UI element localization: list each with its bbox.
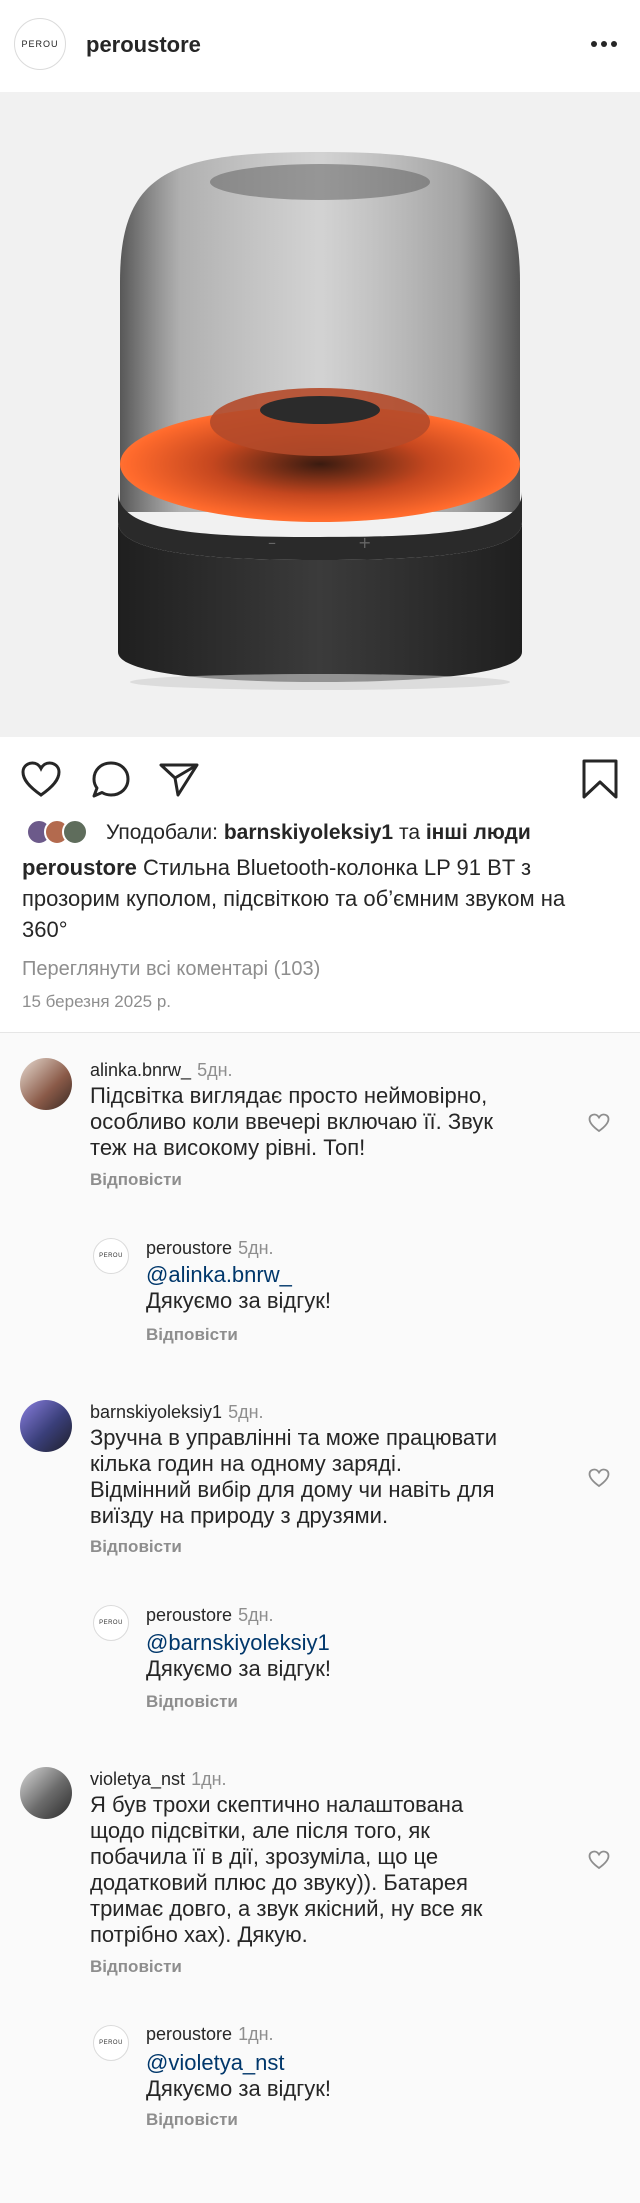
commenter-avatar[interactable] [20,1058,72,1110]
post-caption: peroustore Стильна Bluetooth-колонка LP … [22,852,582,945]
reply-mention[interactable]: @barnskiyoleksiy1 [146,1630,331,1656]
reply-button[interactable]: Відповісти [146,1692,238,1712]
comment-username[interactable]: barnskiyoleksiy1 [90,1402,222,1422]
reply-age: 5дн. [238,1238,274,1258]
comment-header: barnskiyoleksiy1 5дн. [90,1402,264,1423]
reply-header: peroustore 5дн. [146,1605,274,1626]
comment-line: теж на високому рівні. Топ! [90,1135,366,1160]
view-all-comments-link[interactable]: Переглянути всі коментарі (103) [22,958,320,981]
likes-user[interactable]: barnskiyoleksiy1 [224,821,393,845]
reply-username[interactable]: peroustore [146,1605,232,1625]
reply-avatar[interactable]: PEROU [93,1605,129,1641]
store-avatar[interactable]: PEROU [14,18,66,70]
heart-icon[interactable] [20,760,62,798]
comment-line: кілька годин на одному заряді. [90,1451,402,1476]
more-options-icon[interactable] [591,34,617,54]
commenter-avatar[interactable] [20,1400,72,1452]
comment-text: Я був трохи скептично налаштована щодо п… [90,1792,482,1948]
reply-avatar[interactable]: PEROU [93,2025,129,2061]
reply-message: Дякуємо за відгук! [146,1656,331,1681]
reply-logo-text: PEROU [99,1253,123,1259]
logo-text: PEROU [21,39,59,49]
comment-username[interactable]: violetya_nst [90,1769,185,1789]
reply-button[interactable]: Відповісти [90,1537,182,1557]
reply-text: @alinka.bnrw_ Дякуємо за відгук! [146,1262,331,1314]
comment-text: Підсвітка виглядає просто неймовірно, ос… [90,1083,493,1161]
comment-like-icon[interactable] [588,1468,610,1488]
comment-like-icon[interactable] [588,1850,610,1870]
comment-line: додатковий плюс до звуку)). Батарея [90,1870,468,1895]
reply-header: peroustore 5дн. [146,1238,274,1259]
reply-button[interactable]: Відповісти [90,1957,182,1977]
reply-button[interactable]: Відповісти [90,1170,182,1190]
reply-button[interactable]: Відповісти [146,1325,238,1345]
reply-avatar[interactable]: PEROU [93,1238,129,1274]
reply-logo-text: PEROU [99,1620,123,1626]
comment-line: особливо коли ввечері включаю її. Звук [90,1109,493,1134]
comment-like-icon[interactable] [588,1113,610,1133]
reply-mention[interactable]: @violetya_nst [146,2050,331,2076]
comment-header: violetya_nst 1дн. [90,1769,227,1790]
reply-text: @barnskiyoleksiy1 Дякуємо за відгук! [146,1630,331,1682]
reply-age: 5дн. [238,1605,274,1625]
comment-age: 1дн. [191,1769,227,1789]
comment-line: Підсвітка виглядає просто неймовірно, [90,1083,488,1108]
speaker-image: – + [0,92,640,737]
svg-text:+: + [358,533,371,552]
comment-line: Відмінний вибір для дому чи навіть для [90,1477,495,1502]
caption-author[interactable]: peroustore [22,855,137,880]
liker-avatars [26,818,96,848]
reply-text: @violetya_nst Дякуємо за відгук! [146,2050,331,2102]
comment-text: Зручна в управлінні та може працювати кі… [90,1425,497,1529]
comment-line: виїзду на природу з друзями. [90,1503,389,1528]
reply-message: Дякуємо за відгук! [146,2076,331,2101]
comment-line: Зручна в управлінні та може працювати [90,1425,498,1450]
post-image[interactable]: – + [0,92,640,737]
comment-line: щодо підсвітки, але після того, як [90,1818,430,1843]
comment-age: 5дн. [228,1402,264,1422]
reply-username[interactable]: peroustore [146,1238,232,1258]
reply-username[interactable]: peroustore [146,2024,232,2044]
reply-message: Дякуємо за відгук! [146,1288,331,1313]
commenter-avatar[interactable] [20,1767,72,1819]
comment-line: побачила її в дії, зрозуміла, що це [90,1844,439,1869]
bookmark-icon[interactable] [580,758,620,800]
comment-age: 5дн. [197,1060,233,1080]
reply-header: peroustore 1дн. [146,2024,274,2045]
likes-prefix: Уподобали: [106,821,218,844]
share-icon[interactable] [158,761,200,799]
comment-icon[interactable] [90,760,132,800]
comment-line: потрібно хах). Дякую. [90,1922,308,1947]
reply-mention[interactable]: @alinka.bnrw_ [146,1262,331,1288]
post-username[interactable]: peroustore [86,32,201,58]
comment-header: alinka.bnrw_ 5дн. [90,1060,233,1081]
comment-line: тримає довго, а звук якісний, ну все як [90,1896,483,1921]
reply-age: 1дн. [238,2024,274,2044]
comment-username[interactable]: alinka.bnrw_ [90,1060,191,1080]
likes-mid: та [398,821,420,844]
post-header: PEROU peroustore [0,0,640,92]
svg-text:–: – [268,533,276,552]
post-date: 15 березня 2025 р. [22,992,171,1011]
comment-line: Я був трохи скептично налаштована [90,1792,464,1817]
reply-logo-text: PEROU [99,2040,123,2046]
likes-others[interactable]: інші люди [426,821,531,845]
reply-button[interactable]: Відповісти [146,2110,238,2130]
likes-row[interactable]: Уподобали: barnskiyoleksiy1 та інші люди [26,818,531,848]
